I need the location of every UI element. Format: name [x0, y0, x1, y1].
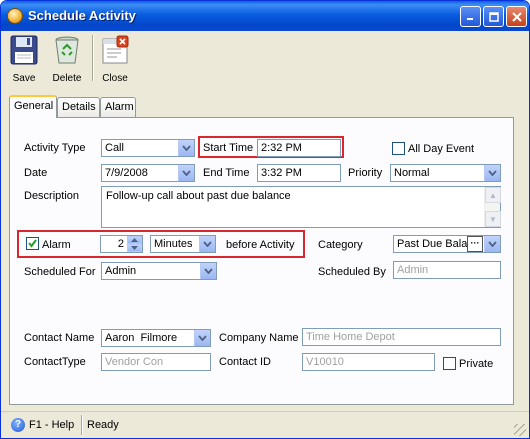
start-time-field[interactable]: 2:32 PM	[257, 139, 341, 157]
company-name-label: Company Name	[219, 332, 299, 344]
scroll-up-icon[interactable]: ▲	[485, 187, 501, 203]
chevron-down-icon[interactable]	[178, 165, 194, 181]
private-checkbox[interactable]	[443, 357, 456, 370]
maximize-icon	[488, 11, 499, 22]
alarm-label: Alarm	[42, 239, 71, 251]
save-button[interactable]: Save	[3, 33, 45, 85]
tab-alarm[interactable]: Alarm	[100, 97, 136, 117]
date-label: Date	[24, 167, 48, 179]
scheduled-by-label: Scheduled By	[318, 266, 386, 278]
spin-up-icon[interactable]	[127, 236, 142, 244]
private-label: Private	[459, 358, 494, 370]
ellipsis-icon[interactable]: ···	[467, 236, 483, 252]
window-title: Schedule Activity	[28, 8, 136, 23]
title-bar[interactable]: Schedule Activity	[1, 1, 529, 31]
all-day-checkbox[interactable]	[392, 142, 405, 155]
contact-type-label: ContactType	[24, 356, 86, 368]
contact-name-label: Contact Name	[24, 332, 95, 344]
close-form-icon	[102, 35, 129, 64]
app-icon	[7, 8, 23, 24]
priority-label: Priority	[348, 167, 383, 179]
tab-details[interactable]: Details	[57, 97, 100, 117]
chevron-down-icon[interactable]	[178, 140, 194, 156]
minimize-button[interactable]	[460, 6, 481, 27]
close-label: Close	[102, 73, 128, 84]
priority-select[interactable]: Normal	[390, 164, 501, 182]
end-time-label: End Time	[203, 167, 250, 179]
scheduled-for-select[interactable]: Admin	[101, 262, 217, 280]
contact-id-label: Contact ID	[219, 356, 271, 368]
chevron-down-icon[interactable]	[484, 165, 500, 181]
status-bar: ? F1 - Help Ready	[1, 411, 529, 438]
toolbar: Save Delete Close	[1, 31, 529, 87]
recycle-bin-icon	[55, 36, 79, 64]
category-select[interactable]: Past Due Balar ···	[393, 235, 501, 253]
close-window-button[interactable]	[506, 6, 527, 27]
description-textarea[interactable]: Follow-up call about past due balance ▲ …	[101, 186, 501, 228]
status-separator	[81, 415, 83, 435]
save-label: Save	[12, 73, 36, 84]
alarm-checkbox[interactable]	[26, 237, 39, 250]
chevron-down-icon[interactable]	[199, 236, 215, 252]
tab-general[interactable]: General	[9, 95, 57, 118]
close-button[interactable]: Close	[94, 33, 136, 85]
alarm-suffix-label: before Activity	[226, 239, 295, 251]
maximize-button[interactable]	[483, 6, 504, 27]
spinner-buttons[interactable]	[127, 236, 142, 252]
delete-button[interactable]: Delete	[46, 33, 88, 85]
help-hint[interactable]: F1 - Help	[29, 419, 74, 431]
description-label: Description	[24, 190, 80, 202]
scheduled-for-label: Scheduled For	[24, 266, 96, 278]
date-picker[interactable]: 7/9/2008	[101, 164, 195, 182]
start-time-label: Start Time	[203, 142, 254, 154]
all-day-label: All Day Event	[408, 143, 475, 155]
contact-name-select[interactable]: Aaron Filmore	[101, 329, 211, 347]
contact-type-field: Vendor Con	[101, 353, 211, 371]
floppy-disk-icon	[10, 35, 38, 65]
close-icon	[511, 11, 522, 22]
help-icon[interactable]: ?	[11, 418, 25, 432]
delete-label: Delete	[52, 73, 82, 84]
minimize-icon	[467, 18, 473, 20]
activity-type-select[interactable]: Call	[101, 139, 195, 157]
chevron-down-icon[interactable]	[200, 263, 216, 279]
description-scrollbar[interactable]: ▲ ▼	[484, 187, 501, 227]
spin-down-icon[interactable]	[127, 244, 142, 252]
resize-grip-icon[interactable]	[514, 424, 526, 436]
end-time-field[interactable]: 3:32 PM	[257, 164, 341, 182]
alarm-count-spinner[interactable]: 2	[100, 235, 143, 253]
category-label: Category	[318, 239, 363, 251]
general-tab-panel: Activity Type Call Start Time 2:32 PM Al…	[9, 117, 514, 405]
schedule-activity-window: Schedule Activity Save Delete Close Gene…	[0, 0, 530, 439]
scroll-down-icon[interactable]: ▼	[485, 211, 501, 227]
activity-type-label: Activity Type	[24, 142, 86, 154]
alarm-unit-select[interactable]: Minutes	[150, 235, 216, 253]
scheduled-by-field: Admin	[393, 261, 501, 279]
status-text: Ready	[87, 419, 119, 431]
chevron-down-icon[interactable]	[484, 236, 500, 252]
checkmark-icon	[28, 239, 37, 248]
company-name-field: Time Home Depot	[302, 328, 501, 346]
contact-id-field: V10010	[302, 353, 435, 371]
chevron-down-icon[interactable]	[194, 330, 210, 346]
